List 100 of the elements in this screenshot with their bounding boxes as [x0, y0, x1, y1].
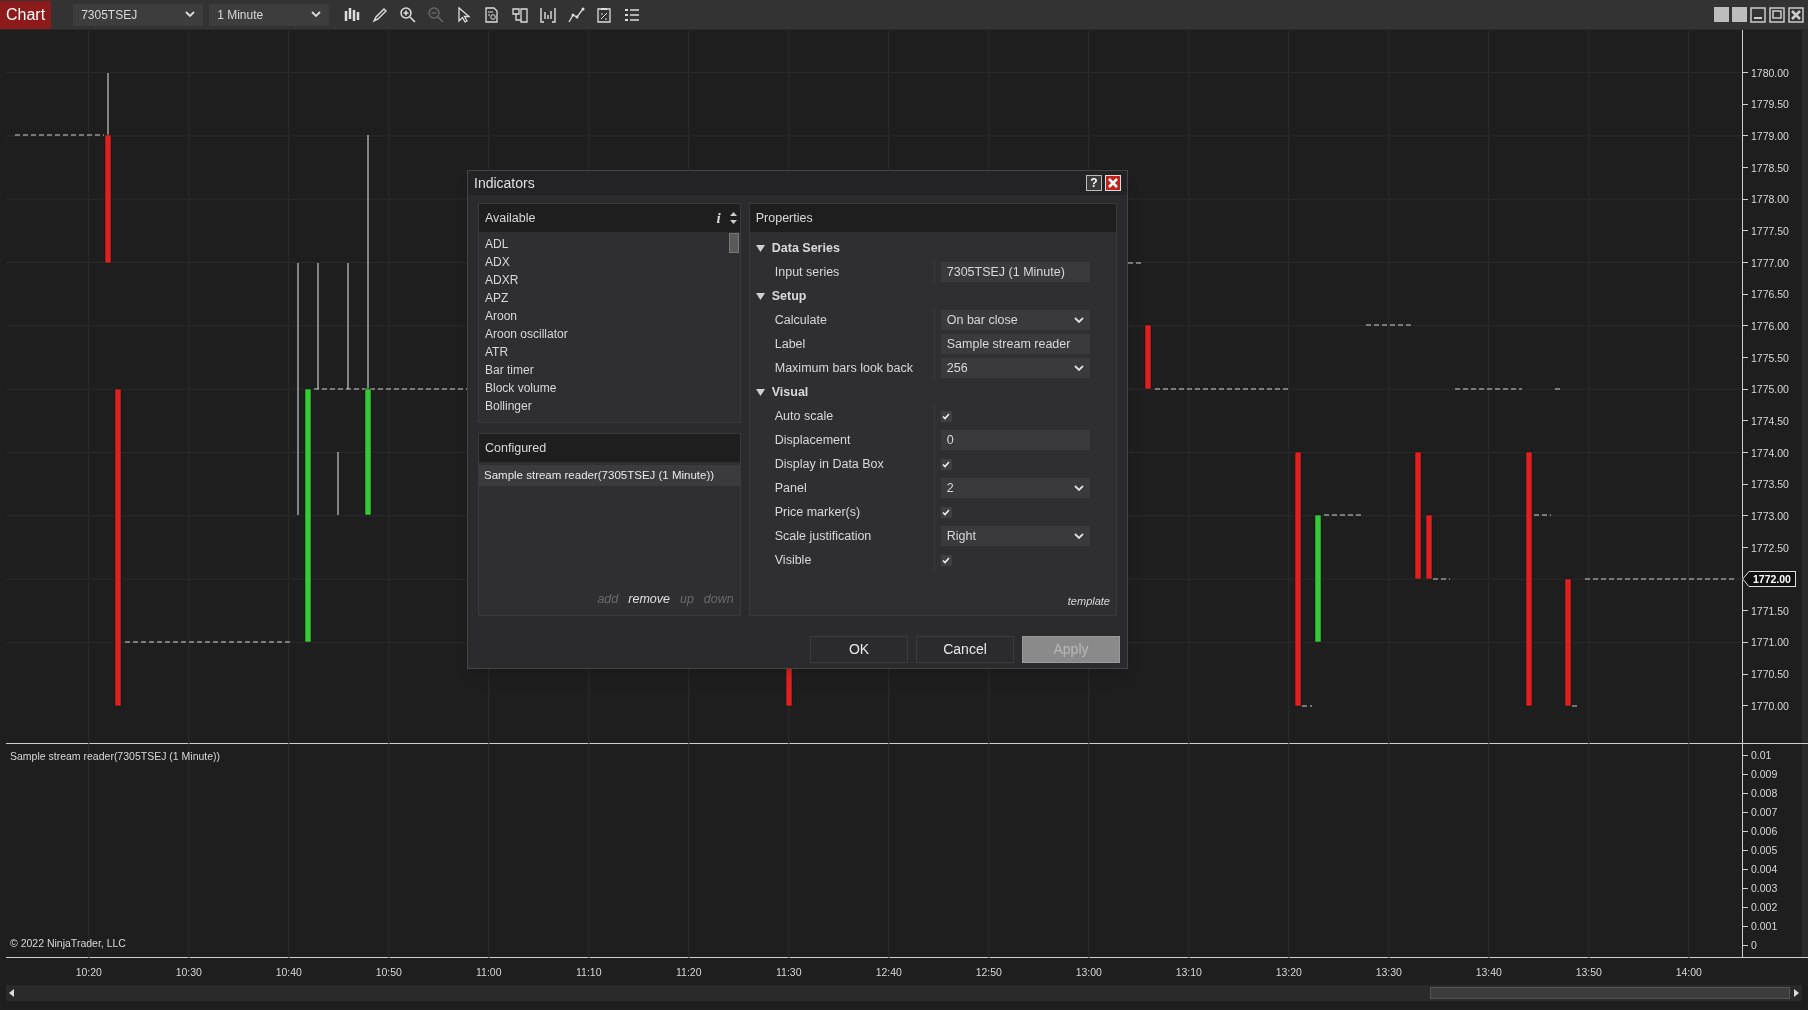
action-link[interactable]: remove [628, 590, 670, 609]
time-label: 11:20 [676, 965, 702, 980]
property-label: Input series [774, 263, 840, 281]
property-label: Calculate [774, 311, 827, 329]
category-header: Visual [771, 383, 809, 401]
text-field[interactable]: 7305TSEJ (1 Minute) [940, 262, 1090, 282]
indicator-list-item[interactable]: Block volume [485, 379, 728, 397]
axis-label: 0 [1751, 938, 1757, 952]
dialog-title: Indicators [474, 173, 535, 193]
indicator-list-item[interactable]: Aroon oscillator [485, 325, 728, 343]
axis-label: 0.006 [1751, 824, 1778, 838]
dialog-button[interactable]: OK [810, 636, 908, 663]
indicator-list-item[interactable]: Bar timer [485, 361, 728, 379]
time-label: 11:30 [776, 965, 802, 980]
maximize-icon[interactable] [1769, 6, 1785, 23]
price-level-line [1432, 578, 1451, 580]
indicator-list-item[interactable]: Bollinger [485, 397, 728, 415]
axis-label: 1776.50 [1751, 287, 1789, 302]
checkbox[interactable] [940, 506, 952, 518]
checkbox[interactable] [940, 458, 952, 470]
indicator-list-item[interactable]: APZ [485, 289, 728, 307]
axis-label: 1773.50 [1751, 477, 1789, 492]
help-button[interactable]: ? [1086, 175, 1102, 191]
property-label: Label [774, 335, 806, 353]
clipboard-icon[interactable] [595, 5, 614, 24]
expand-triangle-icon[interactable] [755, 244, 765, 252]
axis-label: 1780.00 [1751, 65, 1789, 80]
indicator-list-item[interactable]: ATR [485, 343, 728, 361]
time-label: 13:50 [1575, 965, 1602, 980]
panel-header: Available [485, 209, 536, 227]
instrument-dropdown[interactable]: 7305TSEJ [73, 3, 204, 26]
zoom-in-icon[interactable] [399, 5, 418, 24]
checkbox[interactable] [940, 554, 952, 566]
interval-dropdown[interactable]: 1 Minute [209, 3, 330, 26]
axis-label: 1770.50 [1751, 667, 1789, 682]
list-scrollbar-thumb[interactable] [728, 233, 739, 253]
chevron-down-icon [1073, 364, 1084, 372]
axis-label: 1779.50 [1751, 97, 1789, 112]
price-level-line [1365, 324, 1413, 326]
axis-label: 0.005 [1751, 843, 1778, 857]
axis-label: 1777.00 [1751, 255, 1789, 270]
scroll-down-icon[interactable] [728, 219, 738, 225]
chart-tab-button[interactable]: Chart [0, 0, 52, 29]
indicator-list-item[interactable]: ADL [485, 235, 728, 253]
bracket-chart-icon[interactable] [539, 5, 558, 24]
axis-label: 1772.50 [1751, 540, 1789, 555]
time-label: 10:20 [75, 965, 102, 980]
axis-label: 1774.00 [1751, 445, 1789, 460]
axis-label: 0.008 [1751, 786, 1778, 800]
info-button[interactable]: i [716, 206, 721, 230]
minimize-icon[interactable] [1750, 6, 1766, 23]
text-field[interactable]: Sample stream reader [940, 334, 1090, 354]
configured-list-item[interactable]: Sample stream reader(7305TSEJ (1 Minute)) [479, 465, 740, 486]
window-tile-button[interactable] [1732, 7, 1747, 22]
horizontal-scrollbar[interactable] [6, 985, 1802, 1001]
scroll-right-icon[interactable] [1792, 988, 1800, 998]
expand-triangle-icon[interactable] [755, 292, 765, 300]
expand-triangle-icon[interactable] [755, 388, 765, 396]
candle-wick [337, 451, 339, 516]
dropdown[interactable]: 2 [940, 478, 1090, 498]
time-label: 10:40 [275, 965, 302, 980]
price-level-line [1127, 262, 1142, 264]
chevron-down-icon [185, 11, 196, 18]
time-label: 10:30 [175, 965, 202, 980]
dropdown[interactable]: 256 [940, 358, 1090, 378]
indicator-list-item[interactable]: Aroon [485, 307, 728, 325]
chevron-down-icon [1073, 316, 1084, 324]
axis-label: 0.001 [1751, 919, 1778, 933]
line-chart-icon[interactable] [567, 5, 586, 24]
category-header: Data Series [771, 239, 840, 257]
indicator-list-item[interactable]: ADX [485, 253, 728, 271]
dropdown[interactable]: On bar close [940, 310, 1090, 330]
close-icon[interactable] [1788, 6, 1804, 23]
time-label: 11:00 [476, 965, 502, 980]
text-field[interactable]: 0 [940, 430, 1090, 450]
dialog-button[interactable]: Cancel [916, 636, 1014, 663]
chevron-down-icon [1073, 484, 1084, 492]
scroll-up-icon[interactable] [728, 211, 738, 217]
time-label: 12:40 [875, 965, 902, 980]
property-label: Panel [774, 479, 807, 497]
axis-label: 0.01 [1751, 748, 1772, 762]
property-label: Auto scale [774, 407, 834, 425]
price-level-line [1301, 705, 1313, 707]
template-link[interactable]: template [1067, 592, 1110, 609]
checkbox[interactable] [940, 410, 952, 422]
close-icon[interactable] [1105, 175, 1121, 191]
property-label: Price marker(s) [774, 503, 861, 521]
scroll-left-icon[interactable] [8, 988, 16, 998]
bar-chart-icon[interactable] [343, 5, 362, 24]
property-label: Scale justification [774, 527, 872, 545]
property-label: Maximum bars look back [774, 359, 913, 377]
indicator-list-item[interactable]: ADXR [485, 271, 728, 289]
dropdown[interactable]: Right [940, 526, 1090, 546]
window-tile-button[interactable] [1714, 7, 1729, 22]
indicator-label: Sample stream reader(7305TSEJ (1 Minute)) [10, 749, 221, 764]
scrollbar-thumb[interactable] [1430, 987, 1790, 999]
axis-label: 1778.50 [1751, 160, 1789, 175]
axis-label: 0.007 [1751, 805, 1778, 819]
layout-icon[interactable] [511, 5, 530, 24]
time-label: 13:10 [1175, 965, 1202, 980]
